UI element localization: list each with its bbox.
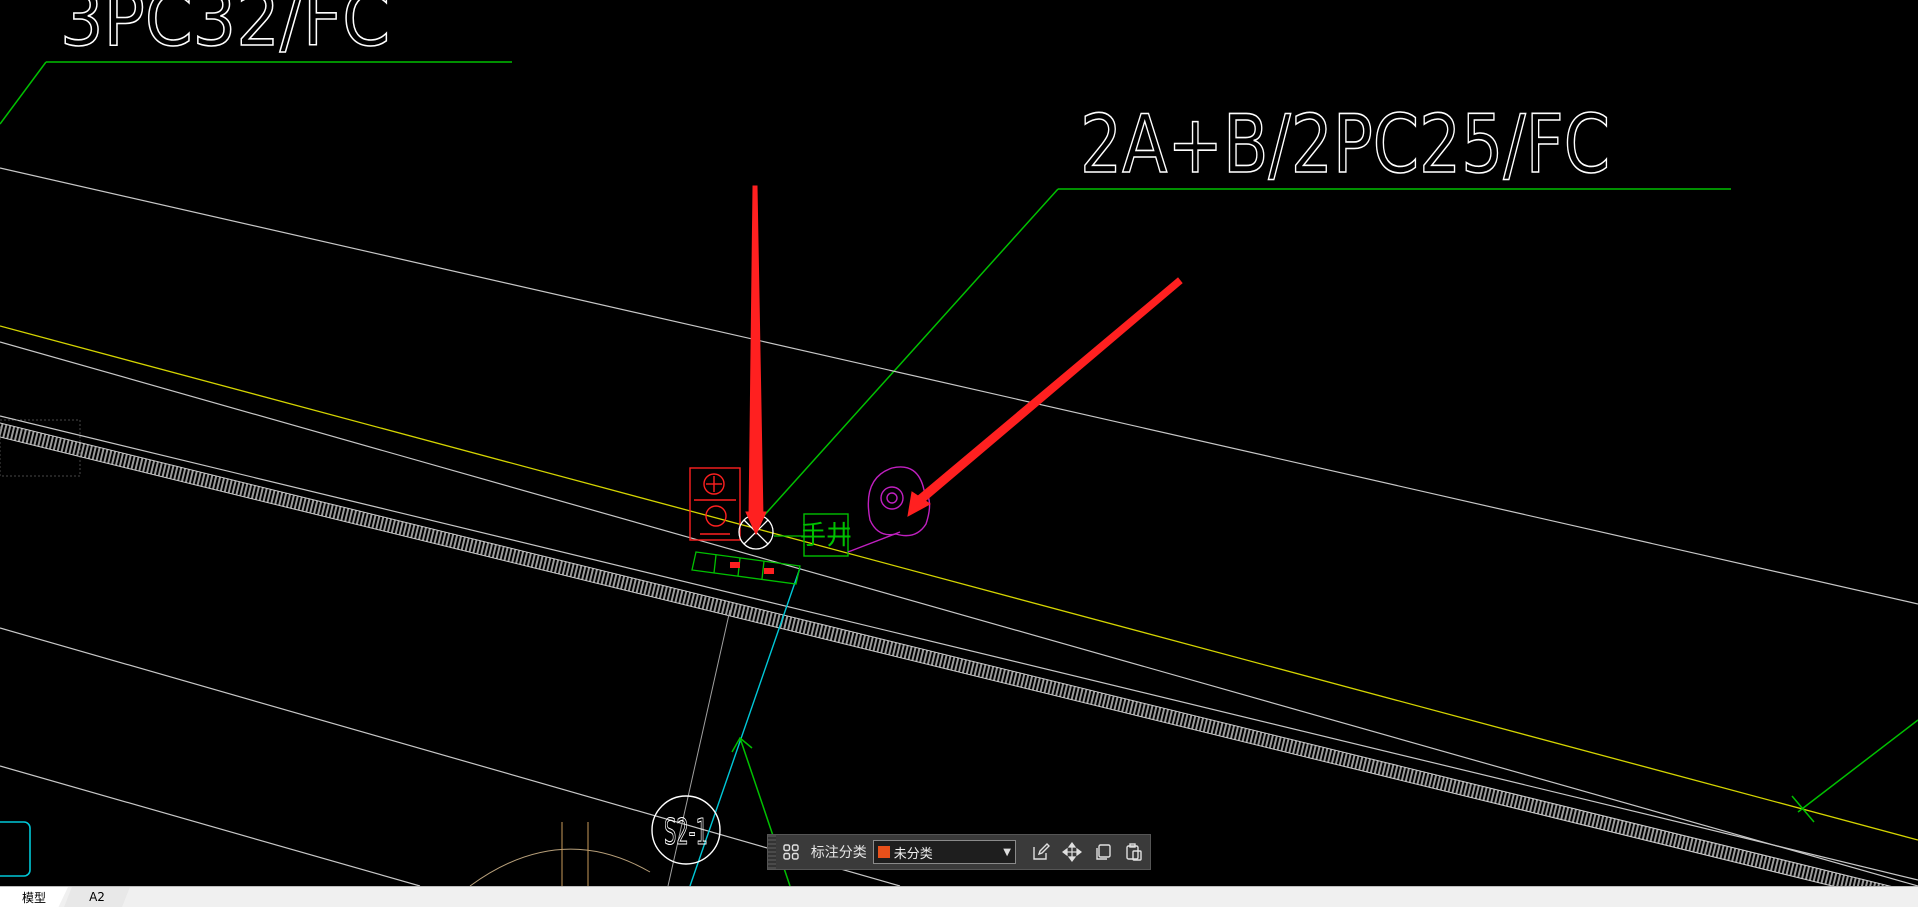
copy-icon[interactable] — [1090, 838, 1117, 866]
category-swatch — [877, 846, 890, 858]
tab-a2[interactable]: A2 — [64, 887, 130, 907]
toolbar-grip[interactable] — [768, 835, 776, 869]
annotation-category-label: 标注分类 — [810, 845, 867, 861]
tab-model-label: 模型 — [21, 890, 46, 905]
edit-icon[interactable] — [1028, 838, 1055, 866]
label-cable: 2A+B/2PC25/FC — [1080, 98, 1610, 191]
move-icon[interactable] — [1059, 838, 1086, 866]
grid-icon[interactable] — [778, 838, 805, 866]
bubble-s2-1-label: S2-1 — [664, 812, 708, 853]
label-top-left: 3PC32/FC — [60, 0, 390, 63]
layout-tab-bar: 模型 A2 — [0, 886, 1918, 907]
chevron-down-icon: ▼ — [1003, 846, 1011, 858]
handhole-label: 手井 — [800, 521, 852, 551]
drawing-canvas[interactable]: 3PC32/FC 2A+B/2PC25/FC S2-1 手井 — [0, 0, 1918, 886]
tab-model[interactable]: 模型 — [0, 887, 68, 907]
category-dropdown[interactable]: 未分类 ▼ — [872, 840, 1016, 864]
paste-icon[interactable] — [1121, 838, 1148, 866]
annotation-toolbar: 标注分类 未分类 ▼ — [767, 834, 1151, 870]
category-selected: 未分类 — [893, 846, 933, 862]
tab-a2-label: A2 — [89, 890, 105, 904]
